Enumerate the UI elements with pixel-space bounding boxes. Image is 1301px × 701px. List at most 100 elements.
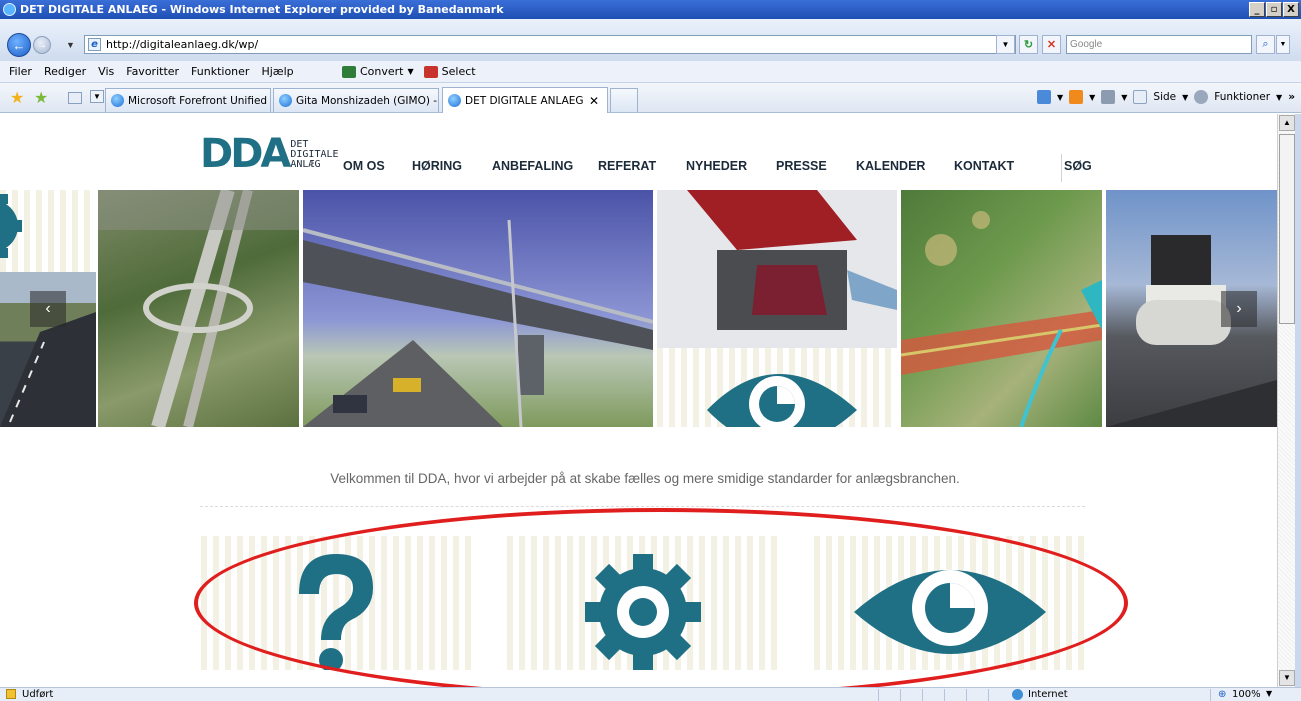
address-bar: ← → ▼ e http://digitaleanlaeg.dk/wp/ ▼ ↻… [0,19,1301,61]
zoom-level[interactable]: 100% [1232,689,1261,700]
favorites-star-icon[interactable]: ★ [10,88,24,108]
tools-menu-button[interactable]: Funktioner [1214,91,1270,103]
tab-microsoft-forefront[interactable]: Microsoft Forefront Unified ... [105,88,271,112]
feature-box-gear[interactable] [507,536,777,670]
page-dropdown-icon[interactable]: ▼ [1182,93,1188,102]
tab-bar: ★ ★ ▼ Microsoft Forefront Unified ... Gi… [0,83,1301,113]
feature-box-question[interactable] [201,536,471,672]
back-button[interactable]: ← [7,33,31,57]
nav-item-horing[interactable]: HØRING [412,159,492,173]
forward-arrow-icon: → [37,39,47,51]
minimize-button[interactable]: _ [1249,2,1265,17]
home-icon[interactable] [1036,90,1051,104]
back-arrow-icon: ← [12,37,26,53]
feature-box-eye[interactable] [814,536,1084,670]
url-input[interactable]: e http://digitaleanlaeg.dk/wp/ [84,35,1016,54]
chevron-right-icon: › [1236,300,1242,317]
search-input[interactable]: Google [1066,35,1252,54]
tools-dropdown-icon[interactable]: ▼ [1276,93,1282,102]
menu-item-funktioner[interactable]: Funktioner [191,65,249,78]
page-icon: e [88,38,101,51]
url-dropdown-button[interactable]: ▼ [996,35,1015,54]
nav-item-om-os[interactable]: OM OS [343,159,412,173]
tab-list-dropdown-icon[interactable]: ▼ [90,90,104,103]
gear-icon [585,554,701,670]
convert-dropdown-icon[interactable]: ▼ [408,67,414,76]
forward-button[interactable]: → [33,36,51,54]
slider-image-interchange [98,190,299,427]
close-window-button[interactable]: X [1283,2,1299,17]
refresh-icon: ↻ [1023,39,1034,51]
nav-item-presse[interactable]: PRESSE [776,159,856,173]
search-icon: ⌕ [1262,38,1269,50]
search-button[interactable]: ⌕ [1256,35,1275,54]
slider-prev-button[interactable]: ‹ [30,291,66,327]
tab-det-digitale-anlaeg[interactable]: DET DIGITALE ANLAEG ✕ [442,87,608,113]
tab-label: DET DIGITALE ANLAEG [465,94,584,107]
stop-button[interactable]: ✕ [1042,35,1061,54]
print-icon[interactable] [1101,90,1116,104]
tools-gear-icon [1194,90,1209,104]
menu-item-hjaelp[interactable]: Hjælp [261,65,293,78]
warning-icon [6,689,16,699]
maximize-button[interactable]: ▫ [1266,2,1282,17]
feed-dropdown-icon[interactable]: ▼ [1089,93,1095,102]
nav-item-nyheder[interactable]: NYHEDER [686,159,776,173]
eye-icon [707,374,857,427]
new-tab-button[interactable] [610,88,638,112]
add-favorite-icon[interactable]: ★ [34,88,48,108]
zoom-dropdown-icon[interactable]: ▼ [1266,689,1272,698]
slider-tile-eye [657,348,897,427]
scroll-down-icon[interactable]: ▼ [1279,670,1295,686]
nav-item-kontakt[interactable]: KONTAKT [954,159,1064,173]
toolbar-overflow-button[interactable]: » [1288,91,1295,103]
home-dropdown-icon[interactable]: ▼ [1057,93,1063,102]
scroll-thumb[interactable] [1279,134,1295,324]
window-titlebar: DET DIGITALE ANLAEG - Windows Internet E… [0,0,1301,19]
gear-icon [0,194,22,258]
slider-next-button[interactable]: › [1221,291,1257,327]
status-bar: Udført Internet ⊕ 100% ▼ [0,687,1301,701]
globe-icon [1012,689,1023,700]
menu-item-rediger[interactable]: Rediger [44,65,86,78]
scroll-up-icon[interactable]: ▲ [1279,115,1295,131]
eye-icon [854,570,1046,654]
page-menu-button[interactable]: Side [1153,91,1176,103]
rss-feed-icon[interactable] [1069,90,1084,104]
page-viewport: DDA DET DIGITALE ANLÆG OM OS HØRING ANBE… [0,114,1277,687]
tab-label: Gita Monshizadeh (GIMO) - ... [296,94,439,107]
history-dropdown-icon[interactable]: ▼ [66,40,75,50]
menu-item-filer[interactable]: Filer [9,65,32,78]
nav-item-anbefaling[interactable]: ANBEFALING [492,159,598,173]
section-divider [200,506,1085,507]
logo-wordmark: DDA [200,131,291,177]
welcome-text: Velkommen til DDA, hvor vi arbejder på a… [330,471,960,486]
quick-tabs-icon[interactable] [68,92,82,104]
question-icon [299,554,373,672]
site-logo[interactable]: DDA DET DIGITALE ANLÆG [200,131,339,177]
chevron-left-icon: ‹ [45,300,51,317]
tab-gita-monshizadeh[interactable]: Gita Monshizadeh (GIMO) - ... [273,88,439,112]
status-text: Udført [22,689,54,700]
ie-page-icon [279,94,292,107]
stop-icon: ✕ [1046,39,1057,51]
menu-item-vis[interactable]: Vis [98,65,114,78]
slider-image-aerial-plan [901,190,1102,427]
slider-tile-gear [0,190,96,272]
url-text: http://digitaleanlaeg.dk/wp/ [106,38,259,51]
menu-item-favoritter[interactable]: Favoritter [126,65,179,78]
zoom-icon: ⊕ [1218,689,1227,700]
close-tab-icon[interactable]: ✕ [589,94,599,108]
nav-item-referat[interactable]: REFERAT [598,159,686,173]
refresh-button[interactable]: ↻ [1019,35,1038,54]
convert-button[interactable]: Convert [360,65,404,78]
search-options-button[interactable]: ▼ [1276,35,1290,54]
nav-divider [1061,154,1062,182]
menu-bar: Filer Rediger Vis Favoritter Funktioner … [0,61,1301,83]
nav-item-sog[interactable]: SØG [1064,159,1104,173]
security-zone: Internet [1028,689,1068,700]
select-button[interactable]: Select [442,65,476,78]
nav-item-kalender[interactable]: KALENDER [856,159,954,173]
print-dropdown-icon[interactable]: ▼ [1121,93,1127,102]
vertical-scrollbar[interactable]: ▲ ▼ [1277,114,1295,687]
